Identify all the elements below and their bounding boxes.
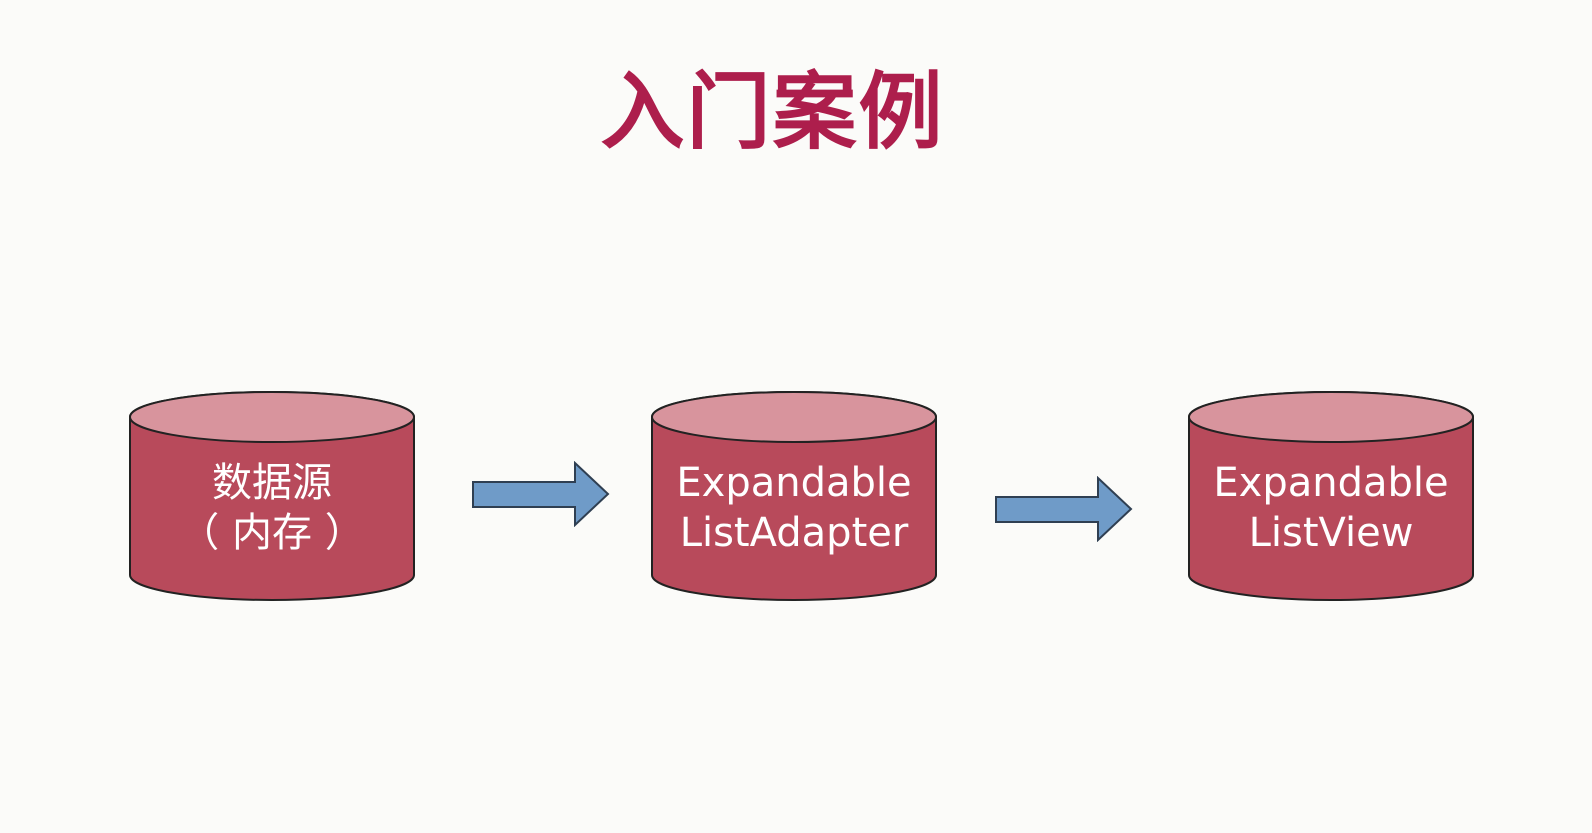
expandable-list-adapter-label: Expandable ListAdapter — [651, 456, 937, 560]
flow-arrow-1 — [471, 461, 611, 527]
data-source-label-line-1: 数据源 — [212, 460, 332, 506]
expandable-list-view-cylinder: Expandable ListView — [1188, 390, 1474, 602]
data-source-cylinder: 数据源 （ 内存 ） — [129, 390, 415, 602]
slide-canvas: 入门案例 数据源 （ 内存 ） Expandable ListAdapter E… — [0, 0, 1592, 833]
right-arrow-icon — [995, 476, 1133, 542]
expandable-list-view-label-line-2: ListView — [1248, 510, 1414, 556]
data-source-label-line-2: （ 内存 ） — [179, 510, 365, 556]
expandable-list-view-label-line-1: Expandable — [1213, 460, 1449, 506]
slide-title: 入门案例 — [600, 63, 945, 161]
expandable-list-adapter-label-line-1: Expandable — [676, 460, 912, 506]
right-arrow-icon — [472, 461, 610, 527]
expandable-list-adapter-cylinder: Expandable ListAdapter — [651, 390, 937, 602]
flow-arrow-2 — [994, 476, 1134, 542]
expandable-list-view-label: Expandable ListView — [1188, 456, 1474, 560]
expandable-list-adapter-label-line-2: ListAdapter — [679, 510, 909, 556]
data-source-label: 数据源 （ 内存 ） — [129, 456, 415, 560]
